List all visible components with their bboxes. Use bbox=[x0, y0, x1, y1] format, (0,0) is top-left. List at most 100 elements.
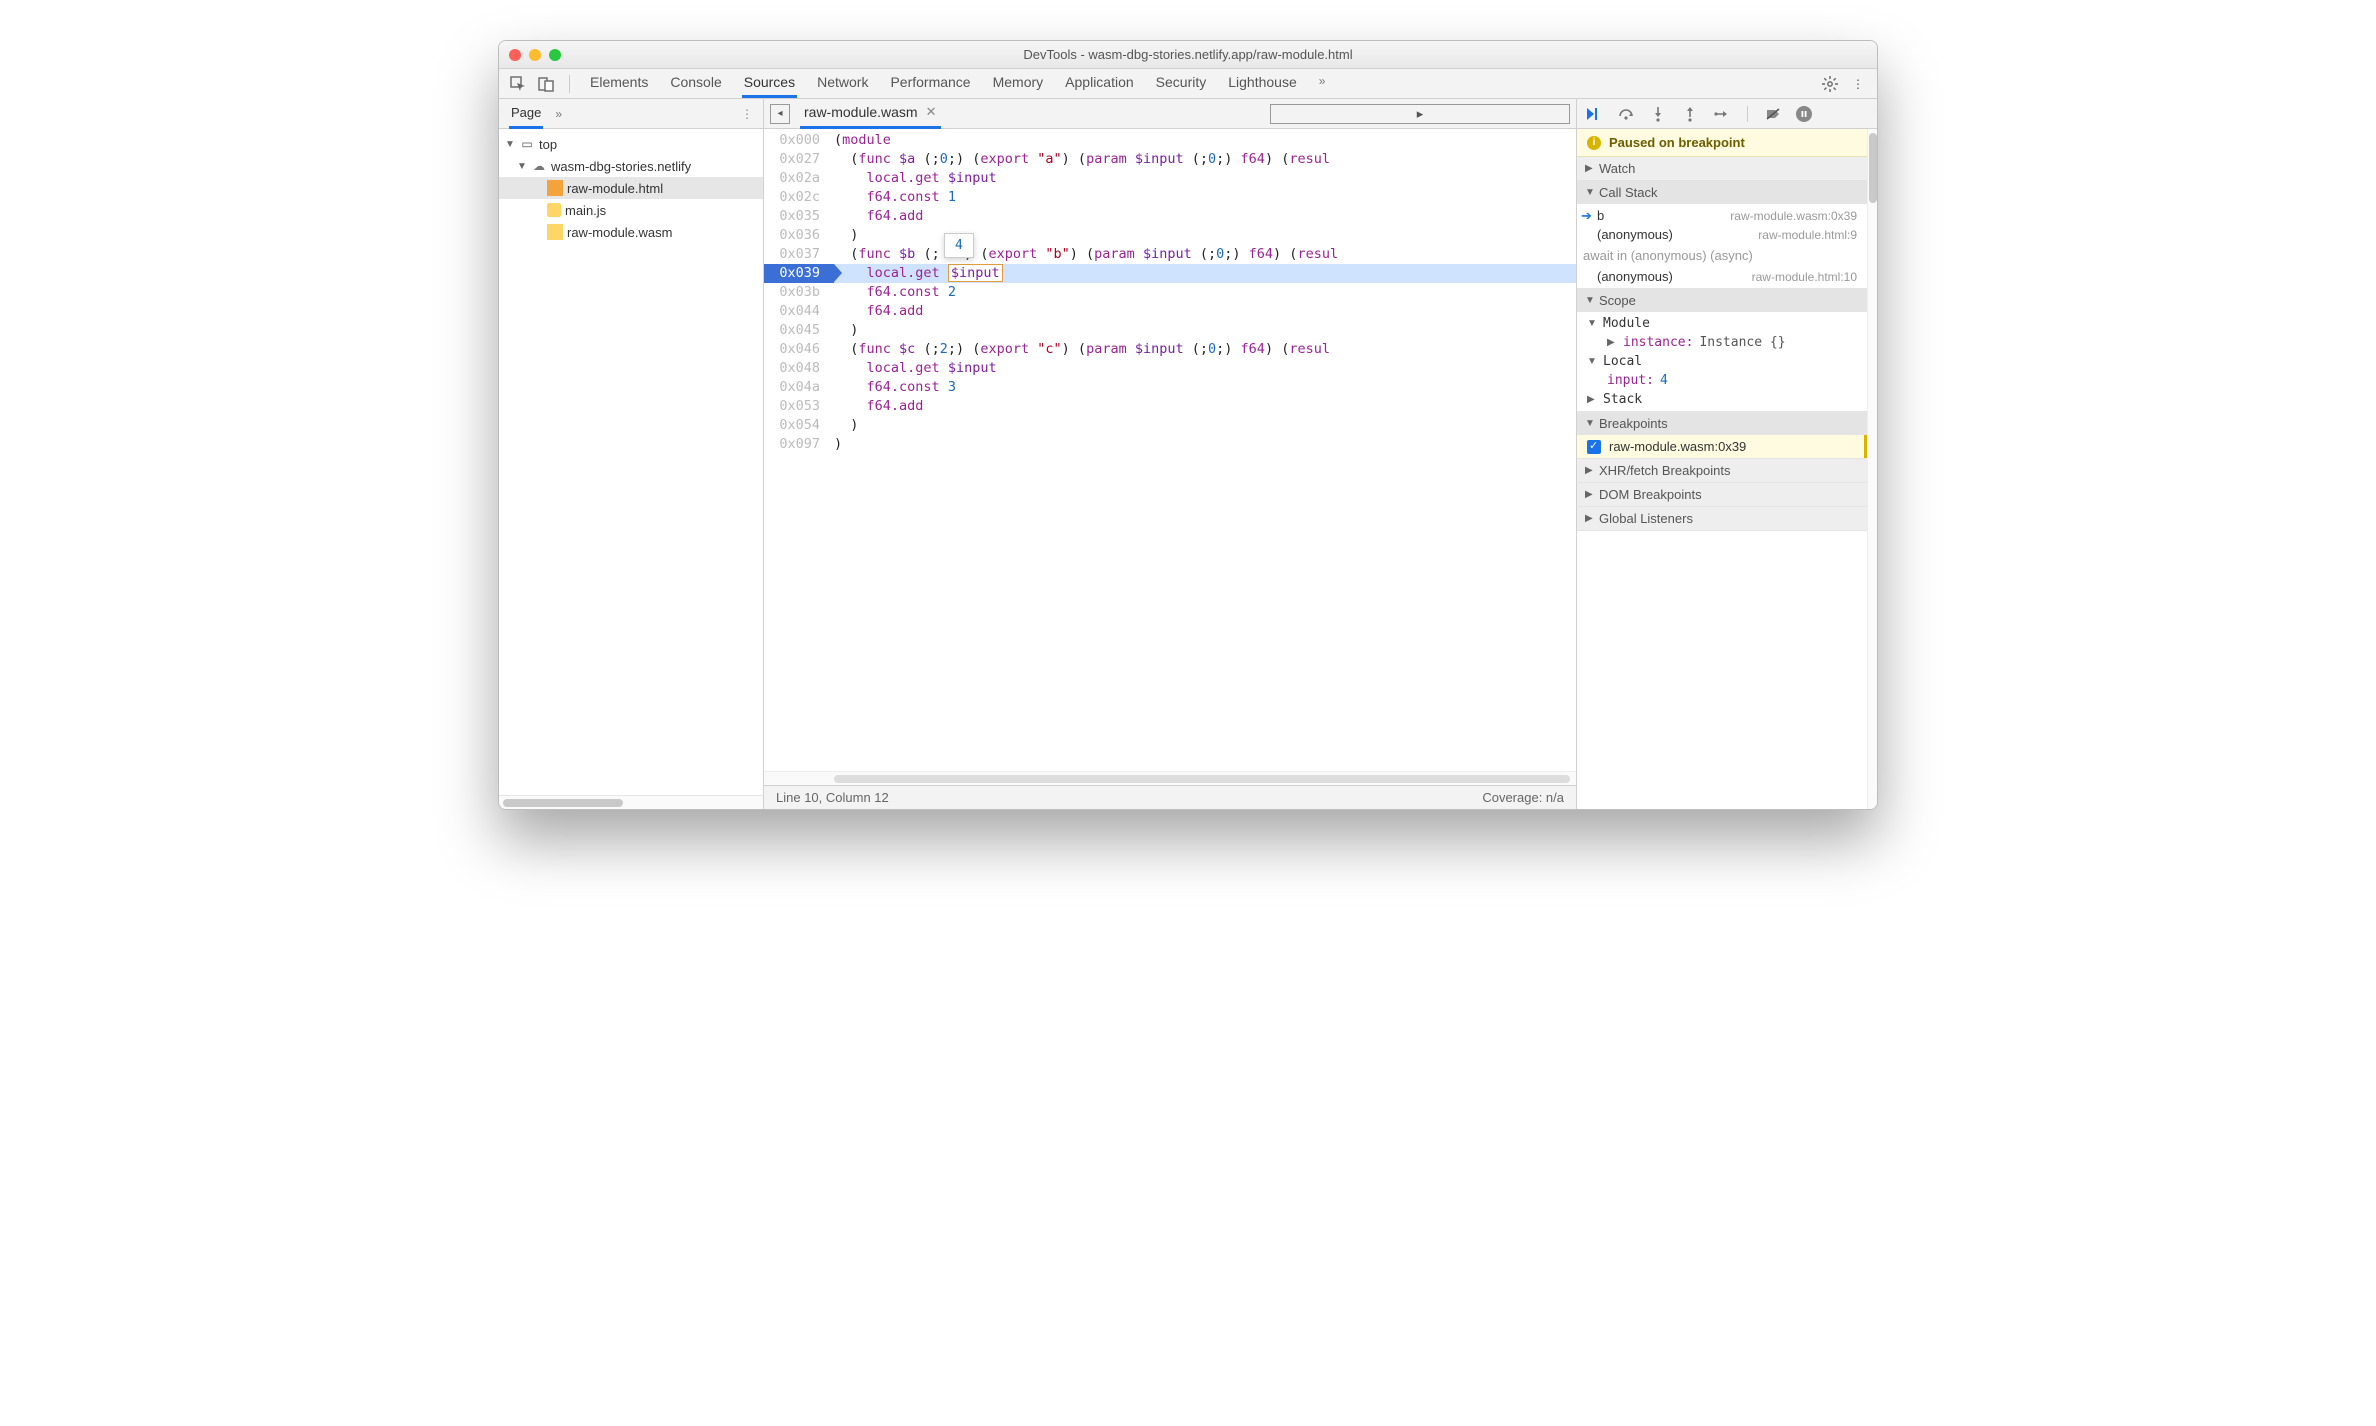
gutter-address[interactable]: 0x044 bbox=[764, 302, 834, 321]
gutter-address[interactable]: 0x036 bbox=[764, 226, 834, 245]
breakpoint-item[interactable]: raw-module.wasm:0x39 bbox=[1577, 435, 1867, 458]
code-line[interactable]: 0x097) bbox=[764, 435, 1576, 454]
code-line[interactable]: 0x039 local.get $input bbox=[764, 264, 1576, 283]
step-into-icon[interactable] bbox=[1649, 105, 1667, 123]
frame-location: raw-module.html:9 bbox=[1758, 228, 1857, 242]
code-line[interactable]: 0x054 ) bbox=[764, 416, 1576, 435]
gutter-address[interactable]: 0x027 bbox=[764, 150, 834, 169]
code-line[interactable]: 0x048 local.get $input bbox=[764, 359, 1576, 378]
titlebar: DevTools - wasm-dbg-stories.netlify.app/… bbox=[499, 41, 1877, 69]
vertical-scrollbar[interactable] bbox=[1867, 129, 1877, 809]
show-debugger-icon[interactable]: ▸ bbox=[1270, 104, 1570, 124]
resume-script-icon[interactable] bbox=[1585, 105, 1603, 123]
hover-variable[interactable]: $input bbox=[948, 264, 1003, 282]
tab-console[interactable]: Console bbox=[668, 70, 723, 98]
frame-name: b bbox=[1597, 208, 1604, 223]
tab-memory[interactable]: Memory bbox=[991, 70, 1046, 98]
editor-panel: ◂ raw-module.wasm ✕ ▸ 0x000(module0x027 … bbox=[764, 99, 1577, 809]
callstack-header[interactable]: ▼Call Stack bbox=[1577, 181, 1867, 204]
xhr-breakpoints-header[interactable]: ▶XHR/fetch Breakpoints bbox=[1577, 459, 1867, 482]
code-line[interactable]: 0x02c f64.const 1 bbox=[764, 188, 1576, 207]
tab-performance[interactable]: Performance bbox=[888, 70, 972, 98]
minimize-window-icon[interactable] bbox=[529, 49, 541, 61]
code-line[interactable]: 0x03b f64.const 2 bbox=[764, 283, 1576, 302]
gutter-address[interactable]: 0x054 bbox=[764, 416, 834, 435]
scope-header[interactable]: ▼Scope bbox=[1577, 289, 1867, 312]
kebab-menu-icon[interactable]: ⋮ bbox=[1847, 73, 1869, 95]
scope-local[interactable]: ▼Local bbox=[1577, 352, 1867, 371]
code-line[interactable]: 0x044 f64.add bbox=[764, 302, 1576, 321]
file-tab[interactable]: raw-module.wasm ✕ bbox=[800, 98, 941, 129]
tab-sources[interactable]: Sources bbox=[742, 70, 797, 98]
pause-on-exceptions-icon[interactable] bbox=[1796, 106, 1812, 122]
callstack-frame[interactable]: ➔braw-module.wasm:0x39 bbox=[1577, 206, 1867, 225]
tab-security[interactable]: Security bbox=[1154, 70, 1209, 98]
step-icon[interactable] bbox=[1713, 105, 1731, 123]
gutter-address[interactable]: 0x037 bbox=[764, 245, 834, 264]
callstack-frame[interactable]: (anonymous)raw-module.html:9 bbox=[1577, 225, 1867, 244]
tree-file[interactable]: main.js bbox=[499, 199, 763, 221]
close-tab-icon[interactable]: ✕ bbox=[926, 104, 937, 120]
panel-tabs: Elements Console Sources Network Perform… bbox=[588, 70, 1813, 98]
code-line[interactable]: 0x035 f64.add bbox=[764, 207, 1576, 226]
gutter-address[interactable]: 0x000 bbox=[764, 131, 834, 150]
gutter-address[interactable]: 0x02a bbox=[764, 169, 834, 188]
gutter-address[interactable]: 0x046 bbox=[764, 340, 834, 359]
scope-module[interactable]: ▼Module bbox=[1577, 314, 1867, 333]
maximize-window-icon[interactable] bbox=[549, 49, 561, 61]
code-line[interactable]: 0x036 ) bbox=[764, 226, 1576, 245]
step-out-icon[interactable] bbox=[1681, 105, 1699, 123]
file-tab-label: raw-module.wasm bbox=[804, 104, 918, 120]
gutter-address[interactable]: 0x02c bbox=[764, 188, 834, 207]
code-line[interactable]: 0x04a f64.const 3 bbox=[764, 378, 1576, 397]
code-line[interactable]: 0x045 ) bbox=[764, 321, 1576, 340]
tab-lighthouse[interactable]: Lighthouse bbox=[1226, 70, 1299, 98]
gutter-address[interactable]: 0x035 bbox=[764, 207, 834, 226]
gutter-address[interactable]: 0x039 bbox=[764, 264, 834, 283]
scope-instance[interactable]: ▶instance: Instance {} bbox=[1577, 333, 1867, 352]
editor-horizontal-scrollbar[interactable] bbox=[764, 771, 1576, 785]
tab-network[interactable]: Network bbox=[815, 70, 870, 98]
gutter-address[interactable]: 0x053 bbox=[764, 397, 834, 416]
tree-file[interactable]: raw-module.wasm bbox=[499, 221, 763, 243]
step-over-icon[interactable] bbox=[1617, 105, 1635, 123]
deactivate-breakpoints-icon[interactable] bbox=[1764, 105, 1782, 123]
settings-gear-icon[interactable] bbox=[1819, 73, 1841, 95]
dom-breakpoints-header[interactable]: ▶DOM Breakpoints bbox=[1577, 483, 1867, 506]
code-line[interactable]: 0x046 (func $c (;2;) (export "c") (param… bbox=[764, 340, 1576, 359]
show-navigator-icon[interactable]: ◂ bbox=[770, 104, 790, 124]
gutter-address[interactable]: 0x048 bbox=[764, 359, 834, 378]
gutter-address[interactable]: 0x03b bbox=[764, 283, 834, 302]
horizontal-scrollbar[interactable] bbox=[499, 795, 763, 809]
code-line[interactable]: 0x000(module bbox=[764, 131, 1576, 150]
code-content: (func $c (;2;) (export "c") (param $inpu… bbox=[834, 340, 1576, 359]
breakpoints-header[interactable]: ▼Breakpoints bbox=[1577, 412, 1867, 435]
navigator-tab-page[interactable]: Page bbox=[509, 99, 543, 129]
watch-header[interactable]: ▶Watch bbox=[1577, 157, 1867, 180]
file-tree[interactable]: ▼ ▭ top ▼ ☁ wasm-dbg-stories.netlify raw… bbox=[499, 129, 763, 795]
code-editor[interactable]: 0x000(module0x027 (func $a (;0;) (export… bbox=[764, 129, 1576, 771]
close-window-icon[interactable] bbox=[509, 49, 521, 61]
tab-elements[interactable]: Elements bbox=[588, 70, 650, 98]
gutter-address[interactable]: 0x097 bbox=[764, 435, 834, 454]
inspect-element-icon[interactable] bbox=[507, 73, 529, 95]
tree-domain[interactable]: ▼ ☁ wasm-dbg-stories.netlify bbox=[499, 155, 763, 177]
tab-application[interactable]: Application bbox=[1063, 70, 1136, 98]
navigator-options-icon[interactable]: ⋮ bbox=[741, 107, 753, 121]
code-line[interactable]: 0x037 (func $b (; ) (export "b") (param … bbox=[764, 245, 1576, 264]
gutter-address[interactable]: 0x045 bbox=[764, 321, 834, 340]
device-toolbar-icon[interactable] bbox=[535, 73, 557, 95]
callstack-frame[interactable]: (anonymous)raw-module.html:10 bbox=[1577, 267, 1867, 286]
code-line[interactable]: 0x02a local.get $input bbox=[764, 169, 1576, 188]
debugger-panel: i Paused on breakpoint ▶Watch ▼Call Stac… bbox=[1577, 99, 1877, 809]
code-line[interactable]: 0x053 f64.add bbox=[764, 397, 1576, 416]
more-tabs-icon[interactable]: » bbox=[1317, 70, 1328, 98]
tree-file[interactable]: raw-module.html bbox=[499, 177, 763, 199]
gutter-address[interactable]: 0x04a bbox=[764, 378, 834, 397]
navigator-more-tabs-icon[interactable]: » bbox=[555, 107, 562, 121]
breakpoint-checkbox[interactable] bbox=[1587, 440, 1601, 454]
code-line[interactable]: 0x027 (func $a (;0;) (export "a") (param… bbox=[764, 150, 1576, 169]
tree-top[interactable]: ▼ ▭ top bbox=[499, 133, 763, 155]
global-listeners-header[interactable]: ▶Global Listeners bbox=[1577, 507, 1867, 530]
scope-stack[interactable]: ▶Stack bbox=[1577, 390, 1867, 409]
